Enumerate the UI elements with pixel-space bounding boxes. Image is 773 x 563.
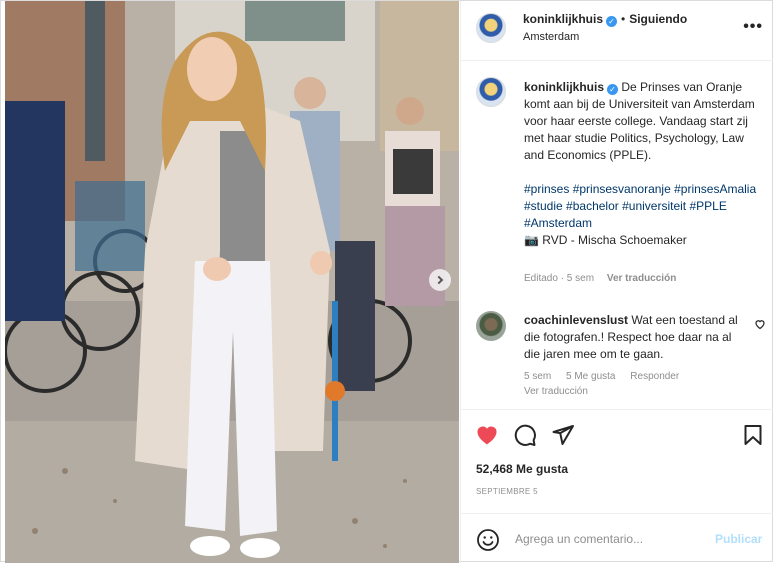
hashtag-link[interactable]: #universiteit — [622, 199, 686, 213]
chevron-right-icon — [434, 275, 444, 285]
publish-button[interactable]: Publicar — [715, 532, 762, 546]
post-date: SEPTIEMBRE 5 — [476, 487, 538, 496]
caption-meta: Editado · 5 sem Ver traducción — [524, 273, 676, 284]
commenter-username[interactable]: coachinlevenslust — [524, 313, 628, 327]
post-header: koninklijkhuis ✓ • Siguiendo Amsterdam ••• — [461, 1, 773, 61]
hashtag-list: #prinses #prinsesvanoranje #prinsesAmali… — [524, 181, 764, 232]
author-name-row: koninklijkhuis ✓ • Siguiendo — [523, 12, 687, 27]
add-comment-bar: Publicar — [461, 513, 773, 563]
photo-credit: 📷 RVD - Mischa Schoemaker — [524, 233, 687, 247]
comment-see-translation-link[interactable]: Ver traducción — [524, 386, 588, 397]
author-avatar[interactable] — [476, 13, 506, 43]
instagram-post: koninklijkhuis ✓ • Siguiendo Amsterdam ••• … — [0, 0, 773, 563]
comment-input[interactable] — [515, 528, 705, 550]
caption-author-avatar[interactable] — [476, 77, 506, 107]
commenter-avatar[interactable] — [476, 311, 506, 341]
hashtag-link[interactable]: #Amsterdam — [524, 216, 592, 230]
verified-badge-icon: ✓ — [606, 16, 618, 27]
comments-section: koninklijkhuis ✓ De Prinses van Oranje ko… — [461, 62, 773, 408]
see-translation-link[interactable]: Ver traducción — [607, 273, 676, 284]
heart-filled-icon — [477, 426, 497, 445]
caption-text: koninklijkhuis ✓ De Prinses van Oranje ko… — [524, 79, 764, 249]
likes-count[interactable]: 52,468 Me gusta — [476, 462, 568, 476]
reply-button[interactable]: Responder — [630, 371, 679, 382]
photo-illustration — [5, 1, 459, 563]
hashtag-link[interactable]: #prinses — [524, 182, 569, 196]
comment-age: 5 sem — [524, 371, 552, 382]
carousel-next-button[interactable] — [429, 269, 451, 291]
bookmark-icon — [744, 425, 762, 445]
edited-timestamp: Editado · 5 sem — [524, 273, 595, 284]
separator-dot: • — [621, 12, 626, 26]
verified-badge-icon: ✓ — [607, 84, 619, 95]
hashtag-link[interactable]: #PPLE — [689, 199, 726, 213]
caption-username[interactable]: koninklijkhuis — [524, 80, 604, 94]
hashtag-link[interactable]: #studie — [524, 199, 563, 213]
paper-plane-icon — [552, 425, 574, 445]
comment-meta: 5 sem 5 Me gusta Responder — [524, 371, 691, 382]
like-button[interactable] — [475, 423, 499, 447]
post-actions: 52,468 Me gusta SEPTIEMBRE 5 — [461, 409, 773, 513]
post-sidebar: koninklijkhuis ✓ • Siguiendo Amsterdam ••• … — [460, 1, 773, 563]
smiley-icon — [477, 529, 499, 551]
comment-like-heart-icon[interactable] — [754, 318, 766, 333]
hashtag-link[interactable]: #prinsesAmalia — [674, 182, 756, 196]
speech-bubble-icon — [514, 424, 536, 446]
share-button[interactable] — [551, 423, 575, 447]
comment-button[interactable] — [513, 423, 537, 447]
post-location[interactable]: Amsterdam — [523, 31, 579, 43]
hashtag-link[interactable]: #prinsesvanoranje — [573, 182, 671, 196]
comment-text: coachinlevenslust Wat een toestand al di… — [524, 312, 744, 363]
following-button[interactable]: Siguiendo — [629, 12, 687, 26]
author-username[interactable]: koninklijkhuis — [523, 12, 603, 26]
ellipsis-icon: ••• — [743, 18, 763, 35]
hashtag-link[interactable]: #bachelor — [566, 199, 619, 213]
more-options-button[interactable]: ••• — [743, 18, 763, 36]
save-button[interactable] — [741, 423, 765, 447]
post-photo[interactable] — [5, 1, 459, 563]
comment-likes-link[interactable]: 5 Me gusta — [566, 371, 615, 382]
emoji-button[interactable] — [476, 528, 500, 555]
